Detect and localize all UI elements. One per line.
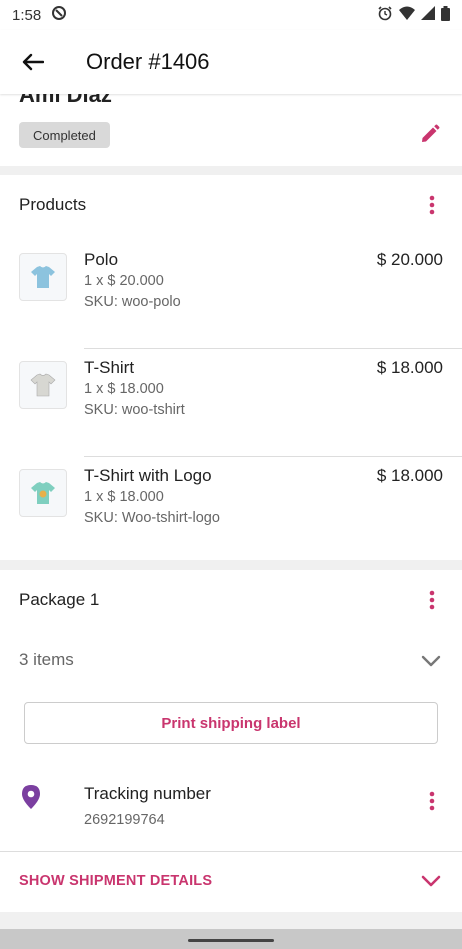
signal-icon bbox=[421, 6, 435, 24]
product-name: Polo bbox=[84, 250, 119, 269]
package-title: Package 1 bbox=[19, 590, 100, 609]
chevron-down-icon bbox=[418, 648, 444, 674]
product-total: $ 18.000 bbox=[376, 466, 443, 485]
product-thumbnail bbox=[19, 253, 67, 301]
show-shipment-details-label: SHOW SHIPMENT DETAILS bbox=[19, 873, 213, 889]
product-sku: SKU: Woo-tshirt-logo bbox=[84, 510, 220, 526]
customer-name: Ami Diaz bbox=[19, 94, 112, 107]
status-badge: Completed bbox=[19, 122, 110, 148]
list-item[interactable]: Polo 1 x $ 20.000 SKU: woo-polo $ 20.000 bbox=[0, 241, 462, 349]
list-item[interactable]: T-Shirt with Logo 1 x $ 18.000 SKU: Woo-… bbox=[0, 457, 462, 565]
back-arrow-icon[interactable] bbox=[20, 49, 46, 75]
alarm-icon bbox=[377, 5, 393, 25]
location-pin-icon bbox=[22, 785, 44, 811]
battery-icon bbox=[441, 5, 450, 25]
product-sku: SKU: woo-polo bbox=[84, 294, 181, 310]
product-total: $ 18.000 bbox=[376, 358, 443, 377]
pencil-icon[interactable] bbox=[416, 120, 444, 148]
more-vert-icon[interactable] bbox=[420, 789, 444, 813]
products-card: Products Polo 1 x $ 20.000 SKU: woo-polo… bbox=[0, 175, 462, 560]
tracking-label: Tracking number bbox=[84, 784, 211, 803]
more-vert-icon[interactable] bbox=[420, 588, 444, 612]
wifi-icon bbox=[399, 6, 415, 24]
product-qty-price: 1 x $ 20.000 bbox=[84, 273, 164, 289]
product-sku: SKU: woo-tshirt bbox=[84, 402, 185, 418]
page-title: Order #1406 bbox=[86, 49, 210, 74]
show-shipment-details-button[interactable]: SHOW SHIPMENT DETAILS bbox=[0, 852, 462, 910]
sync-icon bbox=[51, 5, 67, 25]
product-total: $ 20.000 bbox=[376, 250, 443, 269]
more-vert-icon[interactable] bbox=[420, 193, 444, 217]
product-qty-price: 1 x $ 18.000 bbox=[84, 489, 164, 505]
list-item[interactable]: T-Shirt 1 x $ 18.000 SKU: woo-tshirt $ 1… bbox=[0, 349, 462, 457]
product-name: T-Shirt bbox=[84, 358, 135, 377]
chevron-down-icon bbox=[418, 868, 444, 894]
tracking-row: Tracking number 2692199764 bbox=[0, 775, 462, 845]
product-thumbnail bbox=[19, 469, 67, 517]
product-name: T-Shirt with Logo bbox=[84, 466, 212, 485]
home-gesture-handle[interactable] bbox=[188, 939, 274, 942]
product-qty-price: 1 x $ 18.000 bbox=[84, 381, 164, 397]
status-bar: 1:58 bbox=[0, 0, 462, 30]
status-time: 1:58 bbox=[12, 6, 42, 24]
system-nav-bar bbox=[0, 929, 462, 949]
print-shipping-label-button[interactable]: Print shipping label bbox=[24, 702, 438, 744]
package-card: Package 1 3 items Print shipping label T… bbox=[0, 570, 462, 912]
tracking-number[interactable]: 2692199764 bbox=[84, 812, 165, 828]
products-title: Products bbox=[19, 195, 87, 214]
package-items-toggle[interactable]: 3 items bbox=[0, 642, 462, 682]
app-bar: Order #1406 bbox=[0, 30, 462, 94]
order-summary-card: Ami Diaz Completed bbox=[0, 94, 462, 166]
product-thumbnail bbox=[19, 361, 67, 409]
items-count: 3 items bbox=[19, 650, 74, 669]
